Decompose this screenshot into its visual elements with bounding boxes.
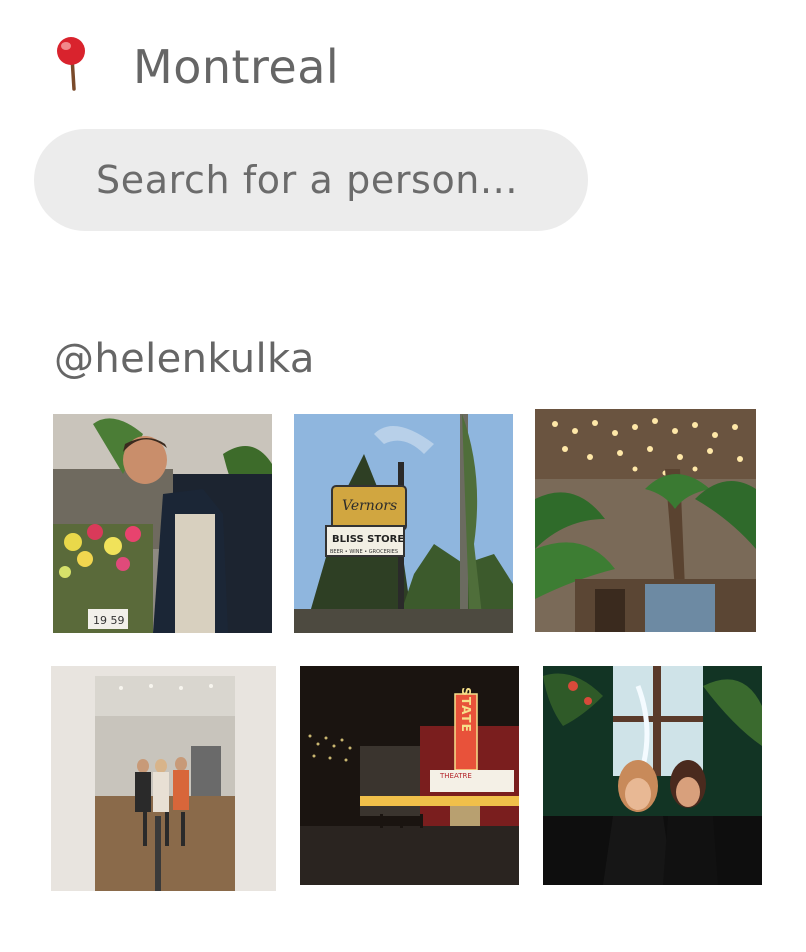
search-bar[interactable] (34, 129, 588, 231)
price-tag-text: 19 59 (93, 614, 125, 627)
photo-flowers-man[interactable]: 19 59 (53, 414, 272, 633)
photo-state-theatre[interactable]: STATE THEATRE (300, 666, 519, 885)
theatre-sign-text: STATE (459, 687, 473, 733)
photo-gallery-mirror[interactable] (51, 666, 276, 891)
photo-vernors-sign[interactable]: Vernors BLISS STORE BEER • WINE • GROCER… (294, 414, 513, 633)
sign-store-text: BLISS STORE (332, 534, 404, 545)
screen: Montreal @helenkulka 19 59 (0, 0, 806, 952)
theatre-marquee-text: THEATRE (439, 772, 472, 780)
photo-restaurant-lights[interactable] (535, 409, 756, 632)
sign-sub-text: BEER • WINE • GROCERIES (330, 549, 398, 555)
profile-username[interactable]: @helenkulka (54, 334, 315, 384)
photo-two-women-bar[interactable] (543, 666, 762, 885)
search-input[interactable] (96, 129, 566, 231)
location-header (52, 32, 92, 96)
location-title: Montreal (133, 40, 340, 94)
sign-brand-text: Vernors (342, 498, 397, 514)
pushpin-icon (52, 35, 92, 93)
